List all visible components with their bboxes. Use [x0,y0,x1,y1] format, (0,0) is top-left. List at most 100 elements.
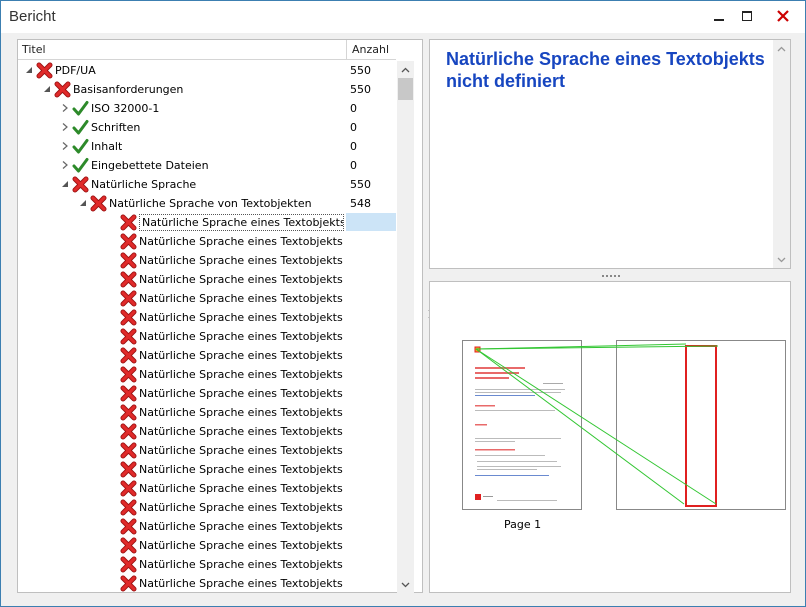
expanded-arrow-icon[interactable] [60,179,70,189]
collapsed-arrow-icon[interactable] [60,103,70,113]
checkmark-icon [72,119,89,136]
tree-row[interactable]: Natürliche Sprache eines Textobjekts nic… [18,403,396,422]
tree-row[interactable]: Natürliche Sprache eines Textobjekts nic… [18,289,396,308]
tree-row[interactable]: Basisanforderungen 550 [18,80,396,99]
error-cross-icon [120,442,137,459]
error-cross-icon [120,404,137,421]
tree-row[interactable]: Natürliche Sprache eines Textobjekts nic… [18,384,396,403]
error-cross-icon [120,480,137,497]
tree-row[interactable]: PDF/UA 550 [18,61,396,80]
scroll-down-button[interactable] [397,576,414,593]
tree-row-count: 0 [350,159,357,172]
tree-row[interactable]: Natürliche Sprache eines Textobjekts nic… [18,498,396,517]
tree-rows: PDF/UA 550 Basisanforderungen 550 ISO 32000-… [18,61,396,593]
tree-row[interactable]: Natürliche Sprache eines Textobjekts nic… [18,460,396,479]
close-icon [777,10,789,22]
expanded-arrow-icon[interactable] [78,198,88,208]
tree-header: Titel Anzahl [18,40,396,60]
column-separator[interactable] [346,40,347,60]
tree-row[interactable]: Natürliche Sprache eines Textobjekts nic… [18,232,396,251]
error-cross-icon [120,347,137,364]
tree-row-label: Natürliche Sprache eines Textobjekts nic… [139,273,344,286]
tree-row-label: Natürliche Sprache eines Textobjekts nic… [139,387,344,400]
error-cross-icon [120,252,137,269]
collapsed-arrow-icon[interactable] [60,141,70,151]
tree-row[interactable]: Natürliche Sprache eines Textobjekts nic… [18,346,396,365]
tree-row-label: Natürliche Sprache eines Textobjekts nic… [139,482,344,495]
message-scroll-down-button[interactable] [773,251,790,268]
page-content-image [474,346,565,501]
tree-row-label: Natürliche Sprache eines Textobjekts nic… [139,406,344,419]
tree-row-label: Schriften [91,121,141,134]
error-cross-icon [36,62,53,79]
error-cross-icon [72,176,89,193]
tree-row[interactable]: Natürliche Sprache eines Textobjekts nic… [18,308,396,327]
error-cross-icon [120,385,137,402]
tree-row-label: Natürliche Sprache eines Textobjekts nic… [139,444,344,457]
tree-row[interactable]: Natürliche Sprache eines Textobjekts nic… [18,555,396,574]
tree-row-label: Natürliche Sprache eines Textobjekts nic… [139,368,344,381]
tree-row[interactable]: Natürliche Sprache eines Textobjekts nic… [18,327,396,346]
error-cross-icon [120,366,137,383]
preview-pane: Page 1 [429,281,791,593]
tree-row[interactable]: Natürliche Sprache eines Textobjekts nic… [18,517,396,536]
highlight-box [685,345,717,507]
title-bar[interactable]: Bericht [1,1,805,33]
tree-row-label: Natürliche Sprache eines Textobjekts nic… [139,463,344,476]
tree-row[interactable]: Inhalt 0 [18,137,396,156]
tree-scrollbar[interactable] [397,61,414,593]
chevron-down-icon [777,257,786,262]
tree-row[interactable]: Natürliche Sprache eines Textobjekts nic… [18,479,396,498]
message-scroll-up-button[interactable] [773,40,790,57]
horizontal-splitter[interactable] [601,274,621,278]
tree-row[interactable]: Natürliche Sprache eines Textobjekts nic… [18,213,396,232]
tree-row[interactable]: Natürliche Sprache von Textobjekten 548 [18,194,396,213]
tree-row[interactable]: Natürliche Sprache eines Textobjekts nic… [18,251,396,270]
scroll-thumb[interactable] [398,78,413,100]
tree-row[interactable]: ISO 32000-1 0 [18,99,396,118]
tree-row[interactable]: Natürliche Sprache eines Textobjekts nic… [18,365,396,384]
error-cross-icon [120,537,137,554]
column-header-title[interactable]: Titel [22,43,46,56]
error-cross-icon [120,328,137,345]
tree-row[interactable]: Natürliche Sprache eines Textobjekts nic… [18,574,396,593]
error-cross-icon [120,518,137,535]
tree-row[interactable]: Natürliche Sprache eines Textobjekts nic… [18,270,396,289]
error-cross-icon [120,271,137,288]
collapsed-arrow-icon[interactable] [60,160,70,170]
error-cross-icon [120,214,137,231]
page-zoom-view[interactable] [616,340,786,510]
page-label: Page 1 [504,518,542,531]
tree-row[interactable]: Natürliche Sprache eines Textobjekts nic… [18,422,396,441]
minimize-button[interactable] [705,1,733,31]
close-button[interactable] [761,1,805,31]
scroll-up-button[interactable] [397,61,414,78]
collapsed-arrow-icon[interactable] [60,122,70,132]
tree-row-label: Natürliche Sprache [91,178,197,191]
error-cross-icon [120,575,137,592]
maximize-icon [742,11,752,21]
expanded-arrow-icon[interactable] [24,65,34,75]
error-cross-icon [120,556,137,573]
error-cross-icon [90,195,107,212]
error-cross-icon [120,290,137,307]
tree-row[interactable]: Natürliche Sprache 550 [18,175,396,194]
tree-row[interactable]: Natürliche Sprache eines Textobjekts nic… [18,536,396,555]
tree-row[interactable]: Eingebettete Dateien 0 [18,156,396,175]
page-thumbnail[interactable] [462,340,582,510]
error-cross-icon [120,309,137,326]
report-tree[interactable]: Titel Anzahl PDF/UA 550 Basisanforderungen… [17,39,423,593]
tree-row[interactable]: Natürliche Sprache eines Textobjekts nic… [18,441,396,460]
expanded-arrow-icon[interactable] [42,84,52,94]
tree-row-label: Natürliche Sprache von Textobjekten [109,197,312,210]
tree-row-label: Natürliche Sprache eines Textobjekts nic… [139,292,344,305]
tree-row-label: Natürliche Sprache eines Textobjekts nic… [139,330,344,343]
column-header-count[interactable]: Anzahl [352,43,389,56]
message-scrollbar[interactable] [773,40,790,268]
tree-row-label: Natürliche Sprache eines Textobjekts nic… [139,539,344,552]
maximize-button[interactable] [733,1,761,31]
tree-row-count: 0 [350,102,357,115]
tree-row[interactable]: Schriften 0 [18,118,396,137]
tree-row-count: 0 [350,140,357,153]
error-cross-icon [120,461,137,478]
